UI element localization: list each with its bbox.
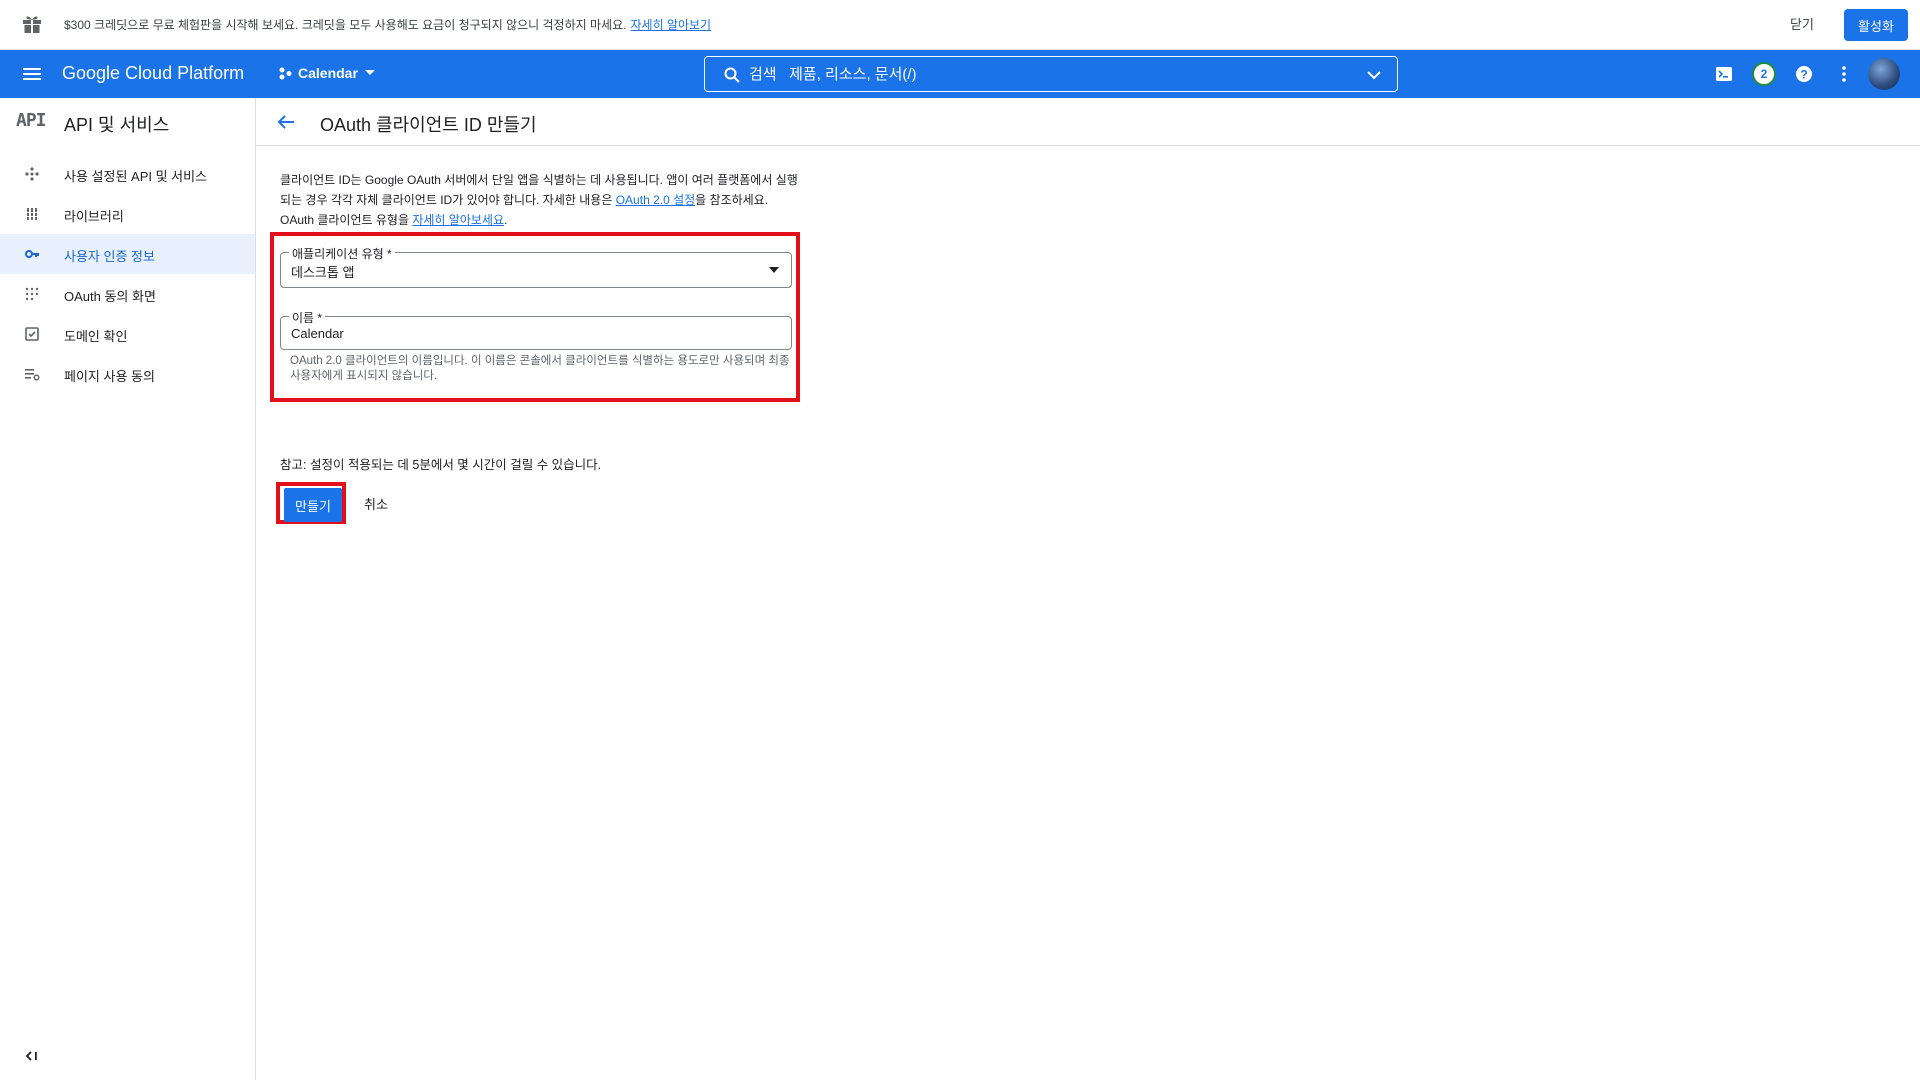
- sidebar-item-label: 사용자 인증 정보: [64, 249, 155, 264]
- api-badge-icon: API: [16, 110, 46, 131]
- account-avatar[interactable]: [1868, 58, 1900, 90]
- promo-text: $300 크레딧으로 무료 체험판을 시작해 보세요. 크레딧을 모두 사용해도…: [64, 16, 711, 33]
- more-vert-icon[interactable]: [1832, 62, 1856, 86]
- sidebar-header: API API 및 서비스: [0, 98, 255, 146]
- sidebar-item-label: 라이브러리: [64, 209, 124, 224]
- consent-icon: [25, 287, 39, 301]
- sidebar-item-domain-verification[interactable]: 도메인 확인: [0, 314, 255, 354]
- sidebar-item-enabled-apis[interactable]: 사용 설정된 API 및 서비스: [0, 154, 255, 194]
- collapse-sidebar-icon[interactable]: [22, 1046, 42, 1066]
- dropdown-arrow-icon: [769, 267, 779, 273]
- sidebar-item-label: 페이지 사용 동의: [64, 369, 155, 384]
- sidebar-item-label: OAuth 동의 화면: [64, 289, 156, 304]
- sidebar-title: API 및 서비스: [64, 115, 170, 135]
- cancel-button[interactable]: 취소: [364, 494, 388, 513]
- application-type-select[interactable]: 애플리케이션 유형 * 데스크톱 앱: [280, 245, 792, 288]
- apis-icon: [25, 167, 39, 181]
- learn-more-link[interactable]: 자세히 알아보세요: [412, 213, 504, 227]
- sidebar-item-library[interactable]: 라이브러리: [0, 194, 255, 234]
- main-content: OAuth 클라이언트 ID 만들기 클라이언트 ID는 Google OAut…: [256, 98, 1920, 1080]
- settings-list-icon: [25, 369, 40, 381]
- project-selector[interactable]: Calendar: [278, 65, 376, 81]
- sidebar-item-label: 사용 설정된 API 및 서비스: [64, 169, 208, 184]
- caret-down-icon: [364, 70, 375, 75]
- page-title: OAuth 클라이언트 ID 만들기: [320, 115, 537, 135]
- page-title-bar: OAuth 클라이언트 ID 만들기: [256, 98, 1920, 146]
- promo-close-button[interactable]: 닫기: [1790, 14, 1814, 33]
- create-button[interactable]: 만들기: [284, 488, 342, 522]
- search-icon: [724, 67, 740, 83]
- sidebar-nav: 사용 설정된 API 및 서비스 라이브러리 사용자 인증 정보 OAuth 동…: [0, 154, 255, 394]
- library-icon: [26, 208, 38, 220]
- intro-text-part: .: [504, 213, 508, 227]
- top-header: Google Cloud Platform Calendar 2 ?: [0, 50, 1920, 98]
- sidebar-item-oauth-consent[interactable]: OAuth 동의 화면: [0, 274, 255, 314]
- sidebar-item-page-usage-agreements[interactable]: 페이지 사용 동의: [0, 354, 255, 394]
- chevron-down-icon[interactable]: [1365, 66, 1383, 84]
- back-arrow-icon[interactable]: [274, 110, 298, 134]
- sidebar-item-credentials[interactable]: 사용자 인증 정보: [0, 234, 255, 274]
- intro-text: 클라이언트 ID는 Google OAuth 서버에서 단일 앱을 식별하는 데…: [280, 170, 798, 230]
- gift-icon: [23, 16, 41, 33]
- checkbox-icon: [25, 327, 39, 341]
- name-hint: OAuth 2.0 클라이언트의 이름입니다. 이 이름은 콘솔에서 클라이언트…: [290, 355, 790, 382]
- help-icon[interactable]: ?: [1792, 62, 1816, 86]
- project-icon: [279, 67, 292, 80]
- oauth-setup-link[interactable]: OAuth 2.0 설정: [616, 193, 695, 207]
- menu-icon[interactable]: [20, 62, 44, 86]
- project-name: Calendar: [298, 65, 358, 81]
- notifications-badge[interactable]: 2: [1752, 62, 1776, 86]
- name-label: 이름 *: [289, 309, 326, 326]
- settings-note: 참고: 설정이 적용되는 데 5분에서 몇 시간이 걸릴 수 있습니다.: [280, 458, 602, 472]
- application-type-value: 데스크톱 앱: [291, 265, 355, 280]
- name-field[interactable]: 이름 * Calendar: [280, 309, 792, 350]
- sidebar-item-label: 도메인 확인: [64, 329, 128, 344]
- promo-learn-more-link[interactable]: 자세히 알아보기: [630, 18, 711, 32]
- search-input[interactable]: [749, 57, 1349, 91]
- sidebar: API API 및 서비스 사용 설정된 API 및 서비스 라이브러리 사용자…: [0, 98, 256, 1080]
- app-logo[interactable]: Google Cloud Platform: [62, 63, 244, 84]
- svg-text:?: ?: [1800, 68, 1807, 82]
- cloud-shell-icon[interactable]: [1712, 62, 1736, 86]
- promo-message: $300 크레딧으로 무료 체험판을 시작해 보세요. 크레딧을 모두 사용해도…: [64, 18, 627, 32]
- activate-button[interactable]: 활성화: [1844, 9, 1908, 41]
- promo-banner: $300 크레딧으로 무료 체험판을 시작해 보세요. 크레딧을 모두 사용해도…: [0, 0, 1920, 50]
- key-icon: [25, 250, 39, 258]
- name-value[interactable]: Calendar: [291, 326, 344, 341]
- application-type-label: 애플리케이션 유형 *: [289, 245, 395, 262]
- search-bar[interactable]: [704, 56, 1398, 92]
